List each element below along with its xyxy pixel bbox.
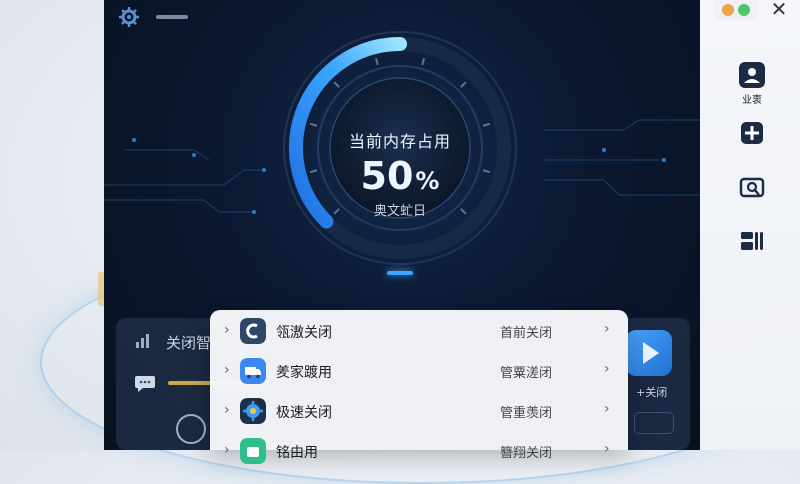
background-right-button: [634, 412, 674, 434]
memory-gauge: 当前内存占用 50% 奥文虻日: [260, 30, 540, 270]
green-app-icon: [240, 438, 266, 464]
chevron-right-icon: ›: [604, 321, 610, 337]
gauge-subtitle: 奥文虻日: [373, 204, 426, 219]
gauge-tick: [333, 81, 340, 88]
menu-item-status: 簪翔关闭: [500, 446, 553, 461]
close-icon[interactable]: ✕: [768, 0, 790, 20]
truck-app-icon: [240, 358, 266, 384]
gauge-indicator-dash: [387, 271, 413, 275]
menu-item[interactable]: › 羑家踱用 管粟溠闭 ›: [210, 352, 628, 390]
gear-app-icon: [240, 398, 266, 424]
menu-item-status: 管重羡闭: [500, 406, 553, 421]
window-controls: [714, 0, 758, 20]
menu-item[interactable]: › 铭由用 簪翔关闭 ›: [210, 432, 628, 470]
play-app-icon: [626, 330, 672, 376]
menu-item-status: 管粟溠闭: [500, 366, 553, 381]
chevron-right-icon: ›: [604, 441, 610, 457]
chevron-right-icon: ›: [224, 362, 230, 378]
gauge-value: 50%: [260, 154, 540, 198]
chat-icon: [135, 376, 155, 392]
menu-item-label: 瓴滶关闭: [276, 325, 332, 341]
gauge-tick: [460, 81, 467, 88]
maximize-dot[interactable]: [738, 4, 750, 16]
bar-chart-icon: [136, 334, 149, 348]
screen-search-icon[interactable]: [739, 176, 765, 202]
gauge-tick: [421, 57, 426, 66]
chevron-right-icon: ›: [224, 402, 230, 418]
gauge-tick: [309, 122, 318, 127]
menu-item-label: 极速关闭: [276, 405, 332, 421]
apps-grid-icon[interactable]: [739, 228, 765, 254]
menu-item[interactable]: › 极速关闭 管重羡闭 ›: [210, 392, 628, 430]
menu-item-status: 首前关闭: [500, 326, 553, 341]
profile-icon[interactable]: [739, 62, 765, 88]
c-app-icon: [240, 318, 266, 344]
gauge-tick: [482, 122, 491, 127]
refresh-icon: [176, 414, 206, 444]
gauge-title: 当前内存占用: [348, 132, 451, 151]
chevron-right-icon: ›: [604, 401, 610, 417]
menu-item[interactable]: › 瓴滶关闭 首前关闭 ›: [210, 312, 628, 350]
toolbox-icon[interactable]: [739, 120, 765, 146]
chevron-right-icon: ›: [224, 442, 230, 458]
minimize-dot[interactable]: [722, 4, 734, 16]
gauge-tick: [374, 57, 379, 66]
chevron-right-icon: ›: [224, 322, 230, 338]
menu-item-label: 铭由用: [276, 445, 318, 461]
chevron-right-icon: ›: [604, 361, 610, 377]
gauge-value-unit: %: [415, 167, 440, 195]
background-panel-title: 关闭智: [166, 334, 212, 352]
settings-gear-icon[interactable]: [118, 6, 140, 28]
menu-item-label: 羑家踱用: [276, 365, 332, 381]
gauge-value-number: 50: [360, 154, 414, 198]
background-right-label: +关闭: [636, 386, 668, 399]
title-placeholder-bar: [156, 15, 188, 19]
profile-label: 业衷: [742, 95, 762, 106]
